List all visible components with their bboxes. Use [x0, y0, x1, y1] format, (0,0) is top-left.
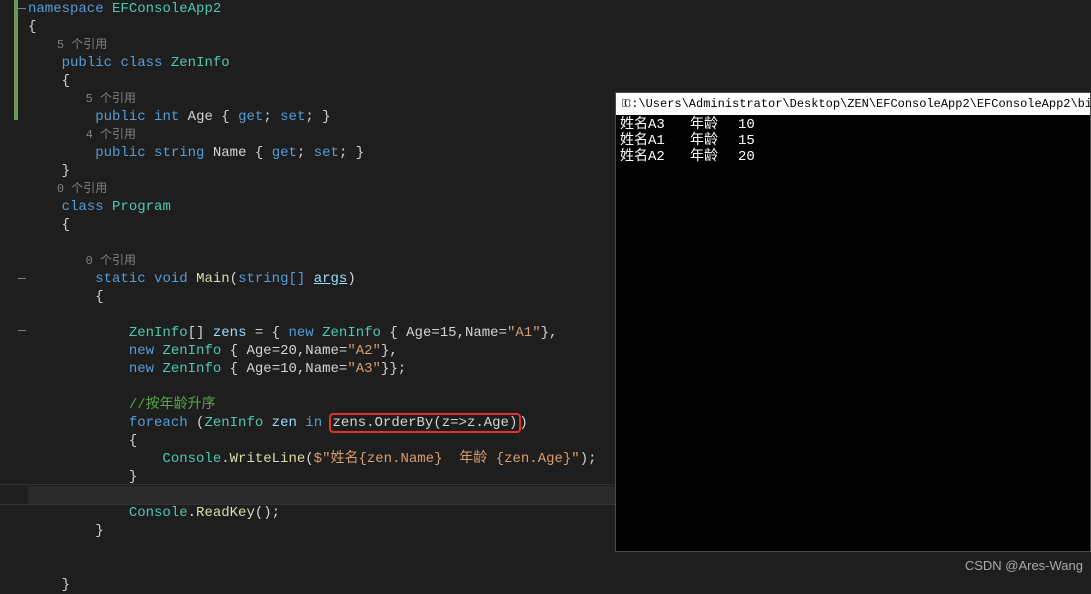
- keyword: public: [62, 55, 112, 71]
- highlight-box: zens.OrderBy(z=>z.Age): [329, 413, 522, 433]
- codelens-ref[interactable]: 0 个引用: [57, 182, 107, 196]
- keyword: namespace: [28, 1, 104, 17]
- class-name: Program: [112, 199, 171, 215]
- console-titlebar[interactable]: C:\Users\Administrator\Desktop\ZEN\EFCon…: [616, 93, 1090, 115]
- codelens-ref[interactable]: 0 个引用: [86, 254, 136, 268]
- codelens-ref[interactable]: 4 个引用: [86, 128, 136, 142]
- method-name: Main: [196, 271, 230, 287]
- editor-gutter: [0, 0, 28, 575]
- codelens-ref[interactable]: 5 个引用: [86, 92, 136, 106]
- namespace-name: EFConsoleApp2: [112, 1, 221, 17]
- keyword: class: [120, 55, 162, 71]
- fold-icon[interactable]: [18, 274, 28, 284]
- comment: //按年龄升序: [129, 397, 216, 413]
- fold-icon[interactable]: [18, 326, 28, 336]
- console-output: 姓名A3年龄10 姓名A1年龄15 姓名A2年龄20: [616, 115, 1090, 167]
- console-window[interactable]: C:\Users\Administrator\Desktop\ZEN\EFCon…: [615, 92, 1091, 552]
- console-path: C:\Users\Administrator\Desktop\ZEN\EFCon…: [624, 93, 1090, 115]
- fold-icon[interactable]: [18, 4, 28, 14]
- watermark: CSDN @Ares-Wang: [965, 558, 1083, 573]
- class-name: ZenInfo: [171, 55, 230, 71]
- codelens-ref[interactable]: 5 个引用: [57, 38, 107, 52]
